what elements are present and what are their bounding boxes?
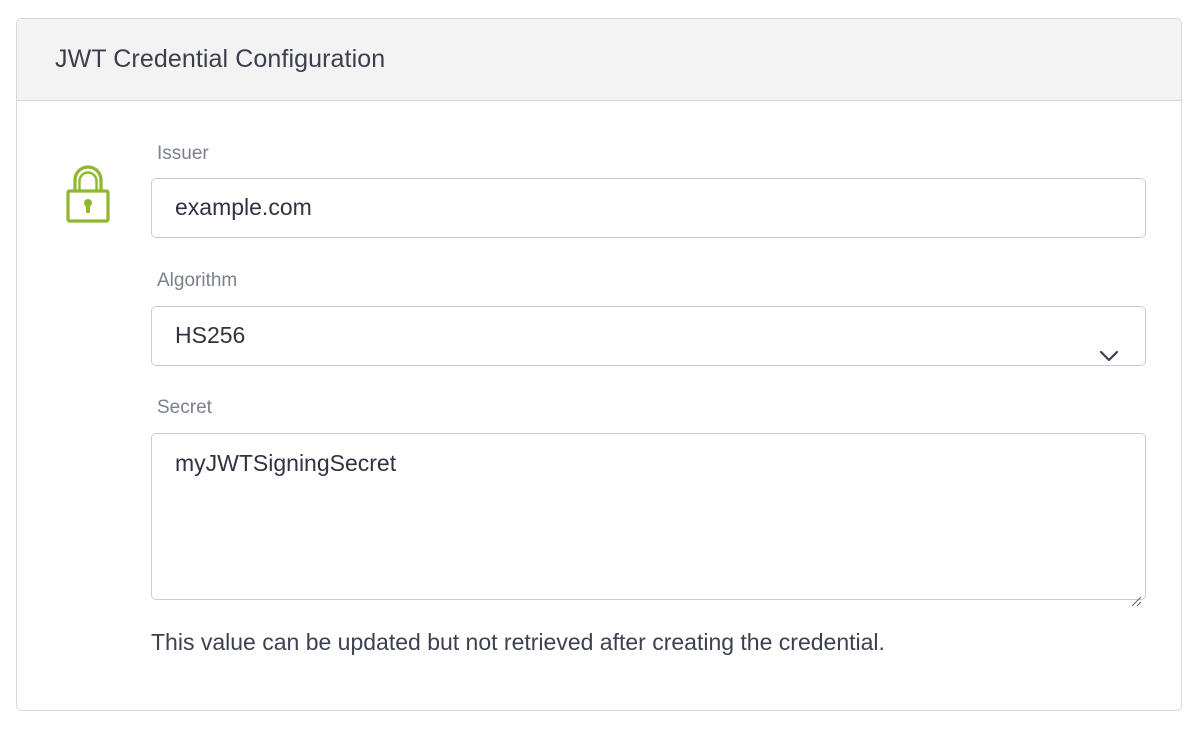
secret-textarea[interactable]: myJWTSigningSecret [151,433,1146,607]
algorithm-label: Algorithm [157,270,238,291]
issuer-input[interactable]: example.com [151,178,1146,238]
algorithm-select[interactable]: HS256 [151,306,1146,366]
card-title: JWT Credential Configuration [55,45,386,73]
lock-icon [65,165,111,223]
jwt-credential-card: JWT Credential Configuration Issuer exam… [16,18,1182,711]
issuer-input-value: example.com [175,194,312,220]
chevron-down-icon[interactable] [1099,327,1119,362]
algorithm-select-value: HS256 [175,322,246,348]
secret-textarea-value: myJWTSigningSecret [175,450,397,476]
resize-handle-icon[interactable] [1130,584,1142,607]
secret-help-text: This value can be updated but not retrie… [151,629,885,655]
issuer-label: Issuer [157,143,209,164]
secret-label: Secret [157,397,212,418]
card-header: JWT Credential Configuration [17,19,1181,101]
